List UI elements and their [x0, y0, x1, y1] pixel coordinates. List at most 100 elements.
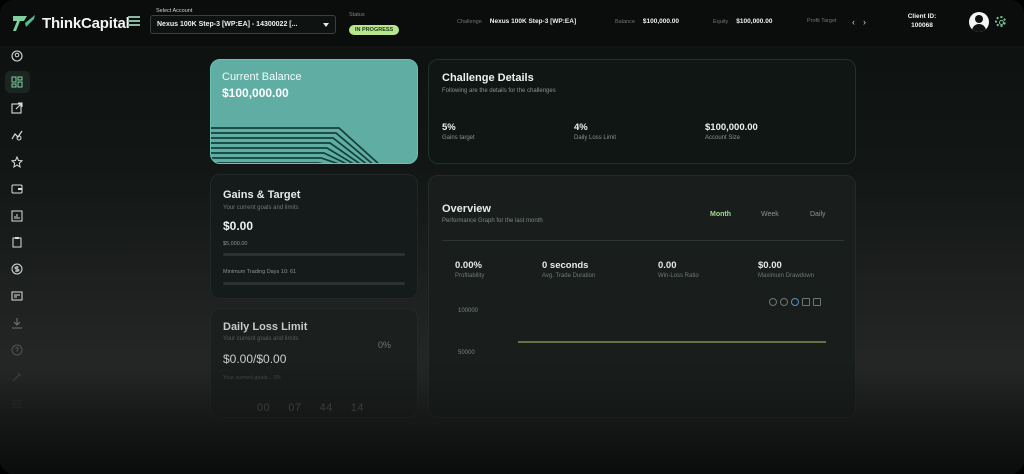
download-icon[interactable] — [11, 317, 23, 329]
certificate-icon[interactable] — [11, 290, 23, 302]
metric-label: Profitability — [455, 273, 485, 279]
equity-label: Equity — [713, 18, 729, 25]
metric-label: Maximum Drawdown — [758, 273, 815, 279]
account-dropdown[interactable]: Nexus 100K Step-3 [WP:EA] - 14300022 [..… — [150, 15, 336, 34]
report-icon[interactable] — [11, 210, 23, 222]
metric-value: 5% — [442, 122, 456, 133]
sidebar — [0, 46, 36, 474]
account-size-metric: $100,000.00 Account Size — [705, 122, 758, 141]
daily-loss-subtitle: Your current goals and limits — [223, 336, 299, 342]
scroll-left-icon[interactable]: ‹ — [852, 17, 855, 27]
overview-divider — [442, 240, 844, 241]
current-balance-title: Current Balance — [222, 71, 302, 83]
analytics-icon[interactable] — [11, 129, 23, 141]
help-icon[interactable] — [11, 344, 23, 356]
countdown-hours: 07 — [288, 402, 302, 414]
equity-value: $100,000.00 — [736, 18, 773, 25]
daily-loss-reset-text: Your current goals... 00: — [223, 375, 282, 381]
trading-days-progress-bar — [223, 282, 405, 285]
gains-target-amount: $5,000.00 — [223, 241, 248, 247]
account-dropdown-value: Nexus 100K Step-3 [WP:EA] - 14300022 [..… — [157, 21, 298, 28]
app-name: ThinkCapital — [42, 14, 130, 32]
chevron-down-icon — [323, 22, 329, 27]
gains-value: $0.00 — [223, 219, 254, 233]
tab-month[interactable]: Month — [710, 211, 731, 218]
top-bar: ThinkCapital Select Account Nexus 100K S… — [0, 0, 1024, 46]
daily-loss-value: $0.00/$0.00 — [223, 352, 287, 366]
overview-card: Overview Performance Graph for the last … — [428, 175, 856, 418]
avg-trade-duration-metric: 0 seconds Avg. Trade Duration — [542, 260, 595, 279]
current-balance-value: $100,000.00 — [222, 86, 289, 100]
logo[interactable]: ThinkCapital — [12, 13, 130, 33]
gains-target-subtitle: Your current goals and limits — [223, 205, 299, 211]
tab-daily[interactable]: Daily — [810, 211, 826, 218]
challenge-label: Challenge — [457, 18, 482, 25]
tab-week[interactable]: Week — [761, 211, 779, 218]
gear-icon[interactable] — [995, 16, 1006, 27]
external-link-icon[interactable] — [11, 102, 23, 114]
equity-info: Equity $100,000.00 — [713, 18, 772, 25]
challenge-value: Nexus 100K Step-3 [WP:EA] — [489, 18, 577, 25]
metric-value: 0.00% — [455, 260, 482, 271]
countdown-minutes: 44 — [319, 402, 333, 414]
gains-target-card: Gains & Target Your current goals and li… — [210, 174, 418, 299]
profitability-metric: 0.00% Profitability — [455, 260, 484, 279]
status-label: Status — [349, 12, 365, 18]
performance-chart: 100000 50000 — [458, 308, 826, 356]
gains-target-metric: 5% Gains target — [442, 122, 475, 141]
client-id-value: 100068 — [911, 22, 933, 29]
challenge-details-card: Challenge Details Following are the deta… — [428, 59, 856, 164]
daily-loss-limit-metric: 4% Daily Loss Limit — [574, 122, 616, 141]
challenge-details-title: Challenge Details — [442, 72, 534, 84]
dashboard-icon[interactable] — [11, 76, 23, 88]
hamburger-menu-icon[interactable] — [128, 16, 140, 26]
profit-target-info: Profit Target — [807, 18, 837, 24]
dollar-icon[interactable] — [11, 263, 23, 275]
avatar[interactable] — [969, 12, 989, 32]
scroll-right-icon[interactable]: › — [863, 17, 866, 27]
select-account-label: Select Account — [156, 8, 193, 14]
status-block: Status IN PROGRESS — [349, 12, 400, 36]
minimum-trading-days: Minimum Trading Days 10: 61 — [223, 269, 297, 275]
app-frame: ThinkCapital Select Account Nexus 100K S… — [0, 0, 1024, 474]
star-icon[interactable] — [11, 156, 23, 168]
overview-subtitle: Performance Graph for the last month — [442, 218, 543, 224]
metric-label: Gains target — [442, 135, 475, 141]
metric-value: 0 seconds — [542, 260, 589, 271]
win-loss-ratio-metric: 0.00 Win-Loss Ratio — [658, 260, 699, 279]
wallet-icon[interactable] — [11, 183, 23, 195]
user-circle-icon[interactable] — [11, 50, 23, 62]
countdown-seconds: 14 — [350, 402, 364, 414]
list-icon[interactable] — [11, 398, 23, 410]
metric-label: Avg. Trade Duration — [542, 273, 596, 279]
metric-value: $100,000.00 — [705, 122, 758, 133]
daily-loss-title: Daily Loss Limit — [223, 321, 308, 333]
challenge-info: Challenge Nexus 100K Step-3 [WP:EA] — [457, 18, 576, 25]
balance-value: $100,000.00 — [642, 18, 680, 25]
y-tick-label: 50000 — [458, 350, 475, 356]
status-badge: IN PROGRESS — [349, 25, 400, 35]
profit-target-label: Profit Target — [807, 18, 837, 24]
daily-loss-limit-card: Daily Loss Limit Your current goals and … — [210, 308, 418, 418]
gains-target-title: Gains & Target — [223, 189, 301, 201]
balance-info: Balance $100,000.00 — [615, 18, 679, 25]
metric-value: 0.00 — [658, 260, 677, 271]
clipboard-icon[interactable] — [11, 236, 23, 248]
metric-label: Account Size — [705, 135, 741, 141]
gains-progress-bar — [223, 253, 405, 256]
metric-label: Daily Loss Limit — [574, 135, 617, 141]
balance-label: Balance — [615, 18, 635, 25]
client-id-label: Client ID: — [907, 13, 937, 20]
metric-value: $0.00 — [758, 260, 782, 271]
max-drawdown-metric: $0.00 Maximum Drawdown — [758, 260, 814, 279]
metric-value: 4% — [574, 122, 588, 133]
countdown-days: 00 — [257, 402, 271, 414]
current-balance-card: Current Balance $100,000.00 — [210, 59, 418, 164]
metric-label: Win-Loss Ratio — [658, 273, 699, 279]
account-select[interactable]: Select Account Nexus 100K Step-3 [WP:EA]… — [150, 8, 336, 34]
challenge-details-subtitle: Following are the details for the challe… — [442, 88, 556, 94]
reset-countdown: 00 07 44 14 — [257, 402, 364, 414]
logo-icon — [13, 15, 35, 31]
tools-icon[interactable] — [11, 371, 23, 383]
y-tick-label: 100000 — [458, 308, 479, 314]
